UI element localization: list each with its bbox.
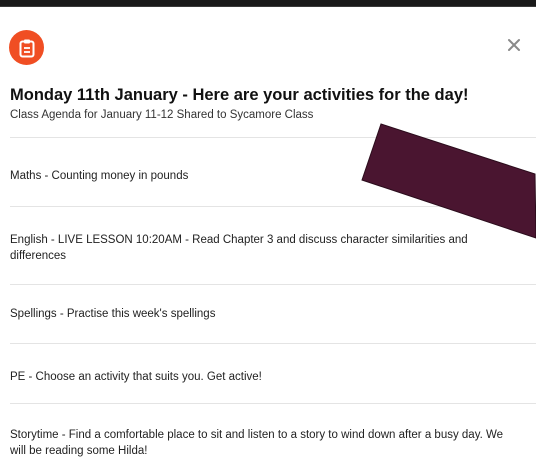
divider xyxy=(10,343,536,344)
divider xyxy=(10,137,536,138)
close-icon[interactable] xyxy=(507,38,521,52)
divider xyxy=(10,403,536,404)
activity-item-spellings: Spellings - Practise this week's spellin… xyxy=(10,308,216,320)
agenda-panel: Monday 11th January - Here are your acti… xyxy=(0,0,536,476)
activity-item-maths: Maths - Counting money in pounds xyxy=(10,170,189,182)
activity-item-pe: PE - Choose an activity that suits you. … xyxy=(10,371,262,383)
close-button[interactable] xyxy=(505,36,523,54)
post-title: Monday 11th January - Here are your acti… xyxy=(10,86,469,104)
divider xyxy=(10,284,536,285)
divider xyxy=(10,206,536,207)
post-subtitle: Class Agenda for January 11-12 Shared to… xyxy=(10,109,314,121)
clipboard-icon xyxy=(9,30,44,65)
activity-item-english: English - LIVE LESSON 10:20AM - Read Cha… xyxy=(10,234,468,262)
window-top-strip xyxy=(0,0,536,7)
activity-item-storytime: Storytime - Find a comfortable place to … xyxy=(10,429,504,457)
